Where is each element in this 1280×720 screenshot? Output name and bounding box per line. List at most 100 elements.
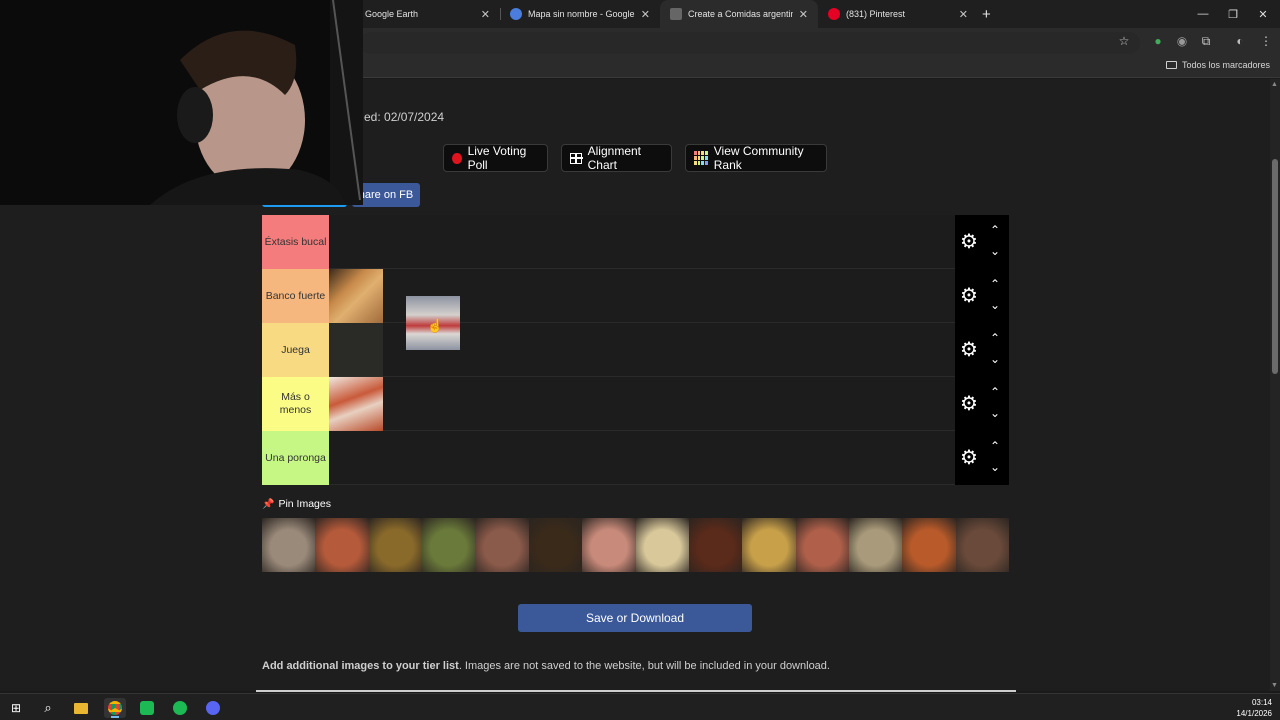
pool-food-image-tile[interactable] — [582, 518, 636, 572]
chevron-up-icon[interactable]: ⌃ — [989, 332, 1001, 344]
scroll-down-icon[interactable]: ▼ — [1271, 682, 1278, 689]
alignment-chart-button[interactable]: Alignment Chart — [561, 144, 672, 172]
pinterest-icon — [828, 8, 840, 20]
chevron-up-icon[interactable]: ⌃ — [989, 278, 1001, 290]
close-icon[interactable]: ✕ — [481, 8, 490, 21]
globe-icon — [510, 8, 522, 20]
gear-icon[interactable]: ⚙ — [960, 448, 978, 468]
chevron-down-icon[interactable]: ⌄ — [989, 299, 1001, 311]
pool-food-image-tile[interactable] — [955, 518, 1010, 572]
tab-google-earth-map[interactable]: Mapa sin nombre - Google Earth ✕ — [500, 0, 660, 28]
live-poll-label: Live Voting Poll — [467, 144, 527, 172]
community-rank-label: View Community Rank — [713, 144, 804, 172]
food-image-tile[interactable] — [329, 269, 383, 323]
gear-icon[interactable]: ⚙ — [960, 286, 978, 306]
pool-food-image-tile[interactable] — [368, 518, 423, 572]
food-image-tile-placeholder[interactable] — [329, 323, 383, 377]
pool-food-image-tile[interactable] — [902, 518, 956, 572]
tier-row[interactable]: Una poronga ⚙ ⌃ ⌄ — [262, 431, 1009, 485]
alignment-label: Alignment Chart — [587, 144, 642, 172]
url-field[interactable] — [360, 32, 1140, 54]
menu-dots-icon[interactable]: ⋮ — [1259, 34, 1273, 48]
chevron-down-icon[interactable]: ⌄ — [989, 407, 1001, 419]
food-image-tile[interactable] — [329, 377, 383, 431]
chevron-up-icon[interactable]: ⌃ — [989, 386, 1001, 398]
tier-row[interactable]: Banco fuerte ⚙ ⌃ ⌄ — [262, 269, 1009, 323]
windows-start-icon[interactable]: ⊞ — [5, 698, 27, 718]
additional-images-text: Add additional images to your tier list.… — [262, 660, 830, 672]
tier-row[interactable]: Más o menos ⚙ ⌃ ⌄ — [262, 377, 1009, 431]
tier-controls: ⚙ ⌃ ⌄ — [955, 269, 1009, 323]
pool-food-image-tile[interactable] — [475, 518, 529, 572]
file-explorer-icon[interactable] — [70, 698, 92, 718]
star-icon[interactable]: ☆ — [1117, 34, 1131, 48]
page-scrollbar[interactable]: ▲ ▼ — [1270, 79, 1280, 691]
pool-food-image-tile[interactable] — [635, 518, 689, 572]
clock-time: 03:14 — [1251, 698, 1272, 707]
close-icon[interactable]: ✕ — [799, 8, 808, 21]
restore-icon[interactable]: ❐ — [1218, 0, 1248, 28]
tab-tier-list[interactable]: Create a Comidas argentinas Tier List ✕ — [660, 0, 818, 28]
colored-grid-icon — [694, 151, 708, 165]
tab-pinterest[interactable]: (831) Pinterest ✕ — [818, 0, 978, 28]
extension-icon[interactable]: ◉ — [1175, 34, 1189, 48]
webcam-overlay — [0, 0, 363, 205]
puzzle-icon[interactable]: ⧉ — [1199, 34, 1213, 48]
tab-title: Google Earth — [365, 9, 419, 19]
tab-google-earth[interactable]: Google Earth ✕ — [355, 0, 500, 28]
grid-icon — [570, 152, 583, 164]
gear-icon[interactable]: ⚙ — [960, 340, 978, 360]
extension-shield-icon[interactable]: ● — [1151, 34, 1165, 48]
chevron-up-icon[interactable]: ⌃ — [989, 224, 1001, 236]
tab-title: (831) Pinterest — [846, 9, 906, 19]
save-download-button[interactable]: Save or Download — [518, 604, 752, 632]
minimize-icon[interactable]: — — [1188, 0, 1218, 28]
pool-food-image-tile[interactable] — [742, 518, 796, 572]
pool-food-image-tile[interactable] — [528, 518, 583, 572]
chevron-down-icon[interactable]: ⌄ — [989, 461, 1001, 473]
live-dot-icon — [452, 152, 462, 164]
save-label: Save or Download — [585, 611, 685, 625]
pool-food-image-tile[interactable] — [422, 518, 476, 572]
system-clock[interactable]: 03:14 14/1/2026 — [1236, 697, 1272, 719]
tier-label[interactable]: Éxtasis bucal — [262, 215, 329, 269]
chrome-icon[interactable] — [104, 698, 126, 718]
close-icon[interactable]: ✕ — [641, 8, 650, 21]
view-community-rank-button[interactable]: View Community Rank — [685, 144, 827, 172]
tier-label[interactable]: Más o menos — [262, 377, 329, 431]
updated-date: ed: 02/07/2024 — [364, 110, 445, 124]
tier-controls: ⚙ ⌃ ⌄ — [955, 431, 1009, 485]
pool-food-image-tile[interactable] — [688, 518, 743, 572]
gear-icon[interactable]: ⚙ — [960, 394, 978, 414]
pool-food-image-tile[interactable] — [315, 518, 369, 572]
all-bookmarks-button[interactable]: Todos los marcadores — [1165, 60, 1270, 70]
scroll-up-icon[interactable]: ▲ — [1271, 81, 1278, 88]
gear-icon[interactable]: ⚙ — [960, 232, 978, 252]
pin-icon: 📌 — [262, 498, 275, 510]
tier-controls: ⚙ ⌃ ⌄ — [955, 377, 1009, 431]
new-tab-button[interactable]: + — [978, 0, 998, 28]
close-icon[interactable]: ✕ — [959, 8, 968, 21]
chevron-up-icon[interactable]: ⌃ — [989, 440, 1001, 452]
additional-rest: . Images are not saved to the website, b… — [458, 660, 830, 672]
pin-images-toggle[interactable]: 📌 Pin Images — [262, 498, 331, 510]
close-window-icon[interactable]: ✕ — [1248, 0, 1278, 28]
tier-row[interactable]: Éxtasis bucal ⚙ ⌃ ⌄ — [262, 215, 1009, 269]
discord-icon[interactable] — [202, 698, 224, 718]
pool-food-image-tile[interactable] — [848, 518, 903, 572]
scroll-thumb[interactable] — [1272, 159, 1278, 374]
tier-label[interactable]: Una poronga — [262, 431, 329, 485]
spotify-icon[interactable] — [169, 698, 191, 718]
tier-label[interactable]: Banco fuerte — [262, 269, 329, 323]
tier-row[interactable]: Juega ⚙ ⌃ ⌄ — [262, 323, 1009, 377]
live-voting-poll-button[interactable]: Live Voting Poll — [443, 144, 548, 172]
search-icon[interactable]: ⌕ — [37, 698, 59, 718]
app-green-icon[interactable] — [136, 698, 158, 718]
tier-label[interactable]: Juega — [262, 323, 329, 377]
chevron-down-icon[interactable]: ⌄ — [989, 353, 1001, 365]
clock-date: 14/1/2026 — [1236, 709, 1272, 718]
pool-food-image-tile[interactable] — [262, 518, 316, 572]
chevron-down-icon[interactable]: ⌄ — [989, 245, 1001, 257]
pool-food-image-tile[interactable] — [795, 518, 849, 572]
profile-avatar-icon[interactable]: ◐ — [1233, 34, 1247, 48]
